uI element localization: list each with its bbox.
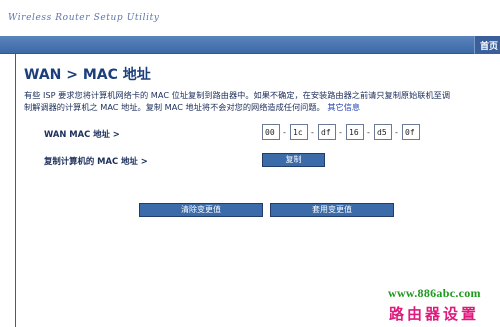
mac-separator: -: [339, 128, 342, 137]
mac-octet-1-input[interactable]: 00: [262, 124, 280, 140]
app-header: Wireless Router Setup Utility: [0, 0, 500, 36]
clone-button[interactable]: 复制: [262, 153, 325, 167]
apply-changes-button[interactable]: 套用变更值: [270, 203, 394, 217]
mac-separator: -: [395, 128, 398, 137]
clear-changes-button[interactable]: 清除变更值: [139, 203, 263, 217]
nav-tab-home[interactable]: 首页: [474, 36, 500, 54]
brand-title: Wireless Router Setup Utility: [8, 13, 160, 23]
mac-octet-6-input[interactable]: 0f: [402, 124, 420, 140]
mac-separator: -: [283, 128, 286, 137]
nav-tab-home-label: 首页: [479, 42, 498, 52]
page-description: 有些 ISP 要求您将计算机网络卡的 MAC 位址复制到路由器中。如果不确定，在…: [24, 89, 454, 113]
mac-octet-5-input[interactable]: d5: [374, 124, 392, 140]
description-text: 有些 ISP 要求您将计算机网络卡的 MAC 位址复制到路由器中。如果不确定，在…: [24, 90, 451, 112]
left-divider: [15, 54, 16, 327]
watermark-url: www.886abc.com: [388, 286, 481, 300]
more-info-link[interactable]: 其它信息: [327, 102, 360, 112]
page-title: WAN > MAC 地址: [24, 67, 151, 83]
mac-octet-2-input[interactable]: 1c: [290, 124, 308, 140]
mac-separator: -: [311, 128, 314, 137]
wan-mac-label: WAN MAC 地址 >: [44, 129, 120, 139]
mac-octet-3-input[interactable]: df: [318, 124, 336, 140]
watermark-name: 路由器设置: [389, 305, 480, 323]
mac-separator: -: [367, 128, 370, 137]
nav-bar: 首页: [0, 36, 500, 54]
clone-mac-label: 复制计算机的 MAC 地址 >: [44, 156, 148, 166]
mac-octet-4-input[interactable]: 16: [346, 124, 364, 140]
